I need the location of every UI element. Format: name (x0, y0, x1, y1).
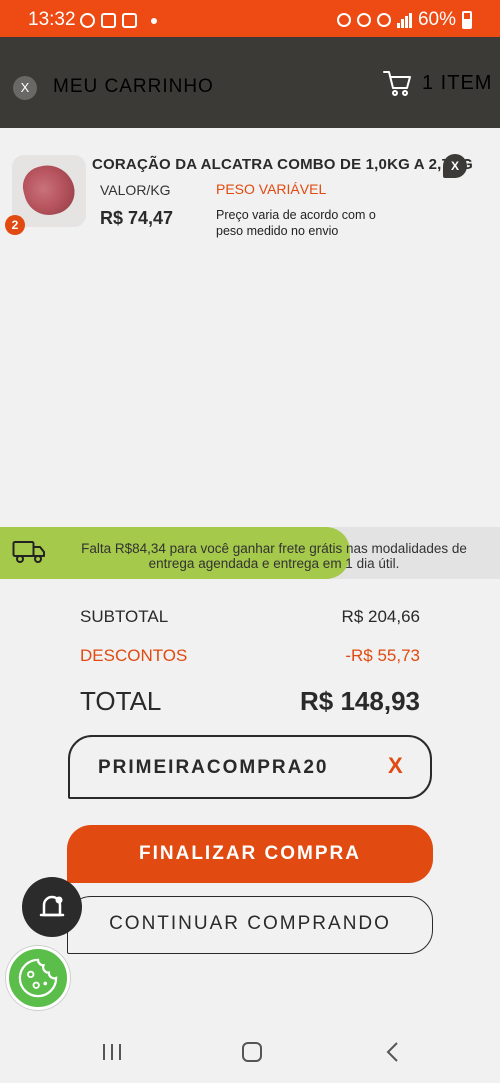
alarm-icon (336, 13, 351, 27)
total-label: TOTAL (80, 686, 162, 716)
remove-coupon-button[interactable]: X (388, 753, 403, 779)
cart-item-count: 1 ITEM (422, 72, 493, 94)
bell-icon (39, 895, 65, 917)
more-notifications-icon (151, 17, 157, 24)
product-name: CORAÇÃO DA ALCATRA COMBO DE 1,0KG A 2,7K… (92, 156, 473, 173)
coupon-field[interactable]: PRIMEIRACOMPRA20 X (68, 735, 432, 799)
battery-icon (462, 11, 472, 29)
system-nav-bar (0, 1020, 500, 1083)
signal-icon (396, 12, 412, 28)
free-shipping-message: Falta R$84,34 para você ganhar frete grá… (81, 541, 467, 571)
product-price: R$ 74,47 (100, 208, 174, 228)
discounts-label: DESCONTOS (80, 646, 188, 665)
variable-weight-label: PESO VARIÁVEL (216, 181, 327, 197)
quantity-badge: 2 (5, 215, 25, 235)
subtotal-label: SUBTOTAL (80, 607, 169, 626)
system-icons: 60% (336, 9, 472, 31)
home-icon[interactable] (240, 1041, 264, 1063)
variable-weight-note: Preço varia de acordo com o peso medido … (216, 208, 376, 238)
recent-apps-icon[interactable] (100, 1042, 124, 1062)
discounts-value: -R$ 55,73 (345, 646, 420, 665)
battery-percent: 60% (417, 9, 456, 30)
coupon-code: PRIMEIRACOMPRA20 (98, 757, 329, 778)
checkout-button[interactable]: FINALIZAR COMPRA (67, 825, 433, 883)
close-cart-button[interactable]: X (13, 76, 37, 100)
total-value: R$ 148,93 (300, 686, 420, 716)
whatsapp-icon (80, 13, 95, 28)
continue-shopping-button[interactable]: CONTINUAR COMPRANDO (67, 896, 433, 954)
cart-icon (383, 71, 411, 96)
app-notification-icon (101, 13, 116, 28)
wifi-icon (376, 13, 391, 27)
notification-icons (80, 13, 157, 28)
image-icon (122, 13, 137, 28)
status-time: 13:32 (28, 9, 76, 30)
cookie-settings-button[interactable] (6, 946, 70, 1010)
page-title: MEU CARRINHO (53, 76, 214, 97)
total-row: TOTAL R$ 148,93 (80, 686, 420, 717)
notification-bell-button[interactable] (22, 877, 82, 937)
discounts-row: DESCONTOS -R$ 55,73 (80, 646, 420, 666)
back-icon[interactable] (383, 1040, 403, 1064)
cookie-icon (18, 958, 58, 998)
unit-label: VALOR/KG (100, 182, 171, 198)
product-image (12, 155, 86, 227)
subtotal-value: R$ 204,66 (341, 607, 420, 626)
status-bar: 13:32 60% (0, 0, 500, 37)
subtotal-row: SUBTOTAL R$ 204,66 (80, 607, 420, 627)
mute-icon (356, 13, 371, 27)
truck-icon (12, 541, 45, 563)
remove-item-button[interactable]: X (443, 154, 467, 178)
